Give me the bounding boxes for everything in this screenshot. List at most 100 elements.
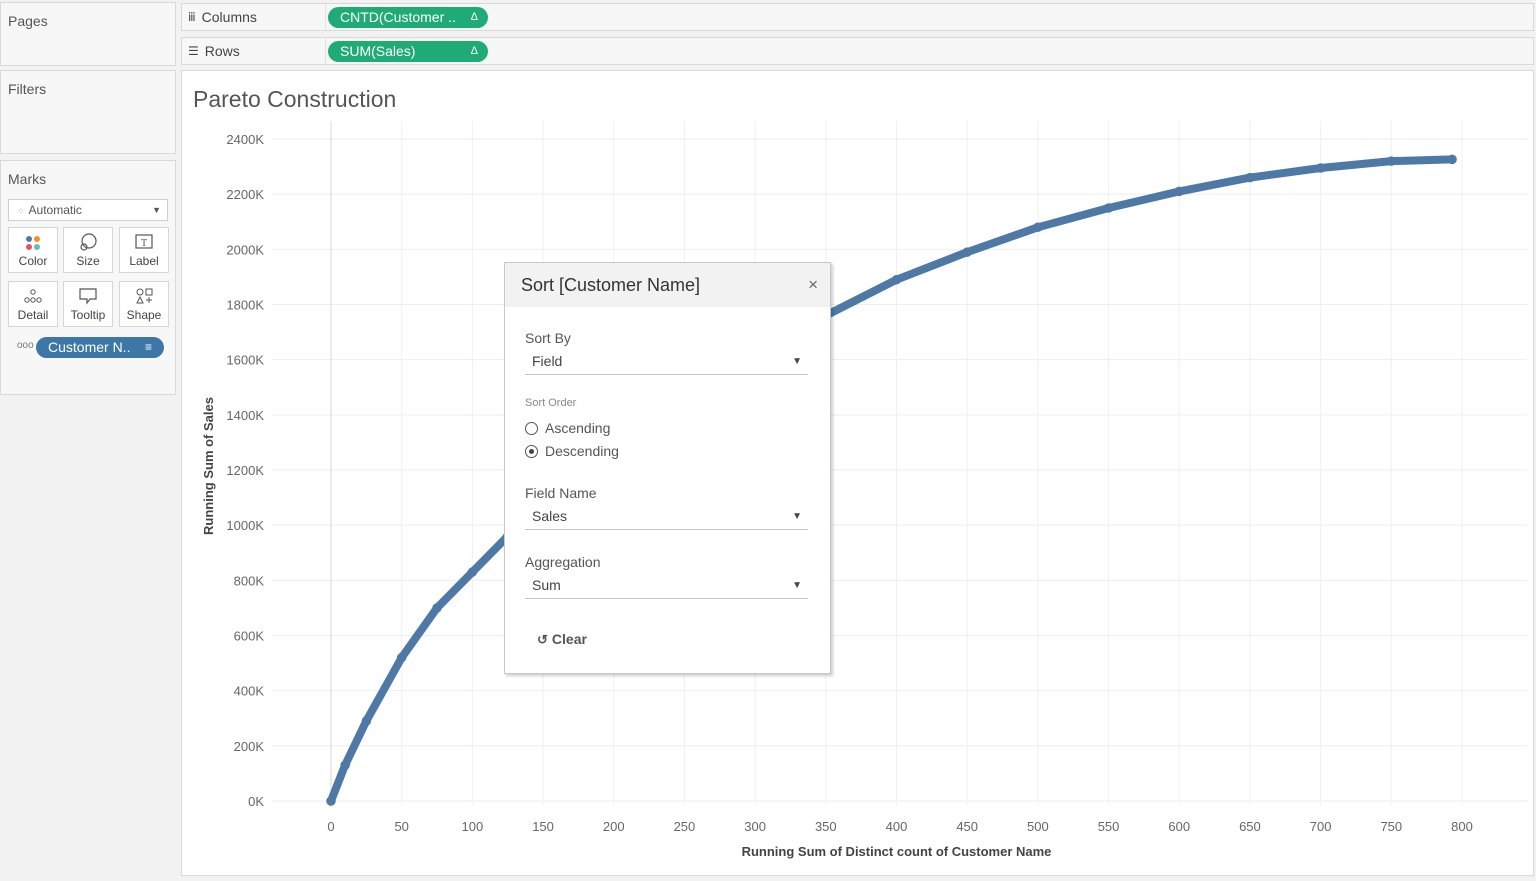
filters-title: Filters	[8, 81, 46, 97]
color-dots-icon	[23, 232, 43, 254]
x-tick-label: 300	[744, 819, 766, 834]
rows-pill[interactable]: SUM(Sales) Δ	[328, 41, 488, 62]
y-axis-title: Running Sum of Sales	[201, 397, 216, 535]
x-tick-label: 0	[327, 819, 334, 834]
field-name-label: Field Name	[525, 485, 597, 501]
pareto-curve	[331, 159, 1452, 801]
sort-by-label: Sort By	[525, 330, 571, 346]
x-tick-label: 450	[956, 819, 978, 834]
filters-card[interactable]: Filters	[0, 70, 176, 154]
detail-icon	[23, 286, 43, 308]
chevron-down-icon: ▼	[792, 356, 802, 367]
dialog-header: Sort [Customer Name] ×	[505, 263, 830, 307]
marks-title: Marks	[8, 171, 46, 187]
tooltip-label: Tooltip	[71, 308, 106, 322]
sort-order-label: Sort Order	[525, 397, 576, 409]
worksheet-view[interactable]: 0K 200K 400K 600K 800K 1000K 1200K 1400K 1600K 18…	[181, 70, 1534, 876]
y-tick-label: 2000K	[226, 242, 264, 257]
x-tick-label: 700	[1310, 819, 1332, 834]
y-tick-label: 1800K	[226, 298, 264, 313]
x-tick-label: 650	[1239, 819, 1261, 834]
y-tick-label: 1200K	[226, 463, 264, 478]
detail-label: Detail	[18, 308, 49, 322]
rows-pill-label: SUM(Sales)	[340, 43, 415, 59]
chevron-down-icon: ▼	[152, 200, 161, 220]
x-tick-label: 200	[603, 819, 625, 834]
table-calc-delta-icon: Δ	[471, 41, 478, 62]
detail-field-icon: ooo	[17, 340, 34, 351]
label-button[interactable]: T Label	[119, 227, 169, 273]
ascending-radio[interactable]: Ascending	[525, 420, 610, 436]
tooltip-icon	[78, 286, 98, 308]
size-icon	[78, 232, 98, 254]
chevron-down-icon: ▼	[792, 511, 802, 522]
shape-button[interactable]: Shape	[119, 281, 169, 327]
undo-icon: ↺	[537, 632, 548, 647]
field-name-value: Sales	[532, 508, 567, 524]
x-tick-label: 800	[1451, 819, 1473, 834]
pages-card[interactable]: Pages	[0, 2, 176, 66]
customer-name-pill[interactable]: Customer N.. ≡	[36, 337, 164, 358]
sheet-title: Pareto Construction	[193, 86, 396, 113]
x-tick-label: 750	[1380, 819, 1402, 834]
shape-label: Shape	[127, 308, 162, 322]
descending-label: Descending	[545, 443, 619, 459]
size-label: Size	[76, 254, 99, 268]
ascending-label: Ascending	[545, 420, 610, 436]
aggregation-label: Aggregation	[525, 554, 601, 570]
rows-icon: ☰	[188, 44, 199, 58]
columns-label: Columns	[202, 9, 257, 25]
rows-shelf[interactable]: ☰Rows SUM(Sales) Δ	[181, 37, 1534, 65]
radio-off-icon	[525, 422, 538, 435]
pages-title: Pages	[8, 13, 48, 29]
sort-by-select[interactable]: Field ▼	[525, 352, 808, 375]
x-tick-label: 500	[1027, 819, 1049, 834]
mark-type-dropdown[interactable]: ⁘ Automatic ▼	[8, 199, 168, 221]
svg-text:T: T	[141, 238, 147, 249]
table-calc-delta-icon: Δ	[471, 7, 478, 28]
x-tick-label: 400	[886, 819, 908, 834]
pareto-chart[interactable]: 0K 200K 400K 600K 800K 1000K 1200K 1400K 1600K 18…	[182, 71, 1533, 875]
shape-icon	[134, 286, 154, 308]
y-tick-label: 1000K	[226, 518, 264, 533]
mark-type-value: Automatic	[29, 203, 82, 217]
marks-card: Marks ⁘ Automatic ▼ Color Size T Label De…	[0, 160, 176, 395]
y-tick-label: 400K	[234, 684, 265, 699]
tooltip-button[interactable]: Tooltip	[63, 281, 113, 327]
customer-name-pill-label: Customer N..	[48, 339, 130, 355]
mark-type-icon: ⁘	[17, 206, 25, 216]
label-label: Label	[129, 254, 158, 268]
chevron-down-icon: ▼	[792, 580, 802, 591]
color-button[interactable]: Color	[8, 227, 58, 273]
y-tick-label: 1600K	[226, 353, 264, 368]
y-tick-label: 1400K	[226, 408, 264, 423]
x-tick-label: 250	[674, 819, 696, 834]
radio-on-icon	[525, 445, 538, 458]
columns-pill[interactable]: CNTD(Customer .. Δ	[328, 7, 488, 28]
x-tick-label: 600	[1168, 819, 1190, 834]
close-icon[interactable]: ×	[808, 275, 818, 295]
x-tick-label: 50	[394, 819, 408, 834]
y-tick-label: 800K	[234, 573, 265, 588]
size-button[interactable]: Size	[63, 227, 113, 273]
clear-label: Clear	[552, 631, 587, 647]
clear-button[interactable]: ↺ Clear	[537, 631, 587, 648]
y-tick-label: 600K	[234, 629, 265, 644]
detail-button[interactable]: Detail	[8, 281, 58, 327]
sort-icon: ≡	[145, 337, 152, 358]
descending-radio[interactable]: Descending	[525, 443, 619, 459]
columns-pill-label: CNTD(Customer ..	[340, 9, 456, 25]
x-tick-label: 150	[532, 819, 554, 834]
x-tick-label: 550	[1098, 819, 1120, 834]
aggregation-select[interactable]: Sum ▼	[525, 576, 808, 599]
x-tick-label: 350	[815, 819, 837, 834]
y-tick-label: 200K	[234, 739, 265, 754]
sort-dialog: Sort [Customer Name] × Sort By Field ▼ S…	[504, 262, 831, 674]
columns-shelf[interactable]: ⅲColumns CNTD(Customer .. Δ	[181, 3, 1534, 31]
field-name-select[interactable]: Sales ▼	[525, 507, 808, 530]
dialog-title: Sort [Customer Name]	[521, 275, 700, 296]
label-icon: T	[134, 232, 154, 254]
y-tick-label: 2200K	[226, 187, 264, 202]
y-tick-label: 0K	[248, 794, 264, 809]
y-tick-label: 2400K	[226, 132, 264, 147]
